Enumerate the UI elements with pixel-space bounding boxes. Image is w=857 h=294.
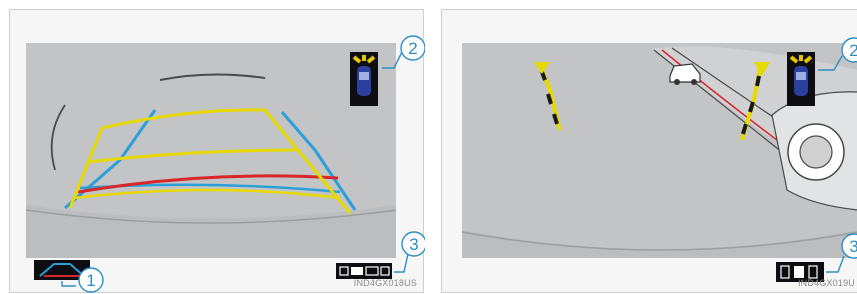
callout-3: 3 [394,231,425,273]
sensor-display-icon [787,52,815,106]
image-code: IND4GX018US [353,278,417,288]
callout-2-number: 2 [849,41,857,60]
left-illustration-panel: 2 3 1 IND4GX018US [9,9,425,293]
sensor-display-icon [350,52,378,106]
callout-3-number: 3 [849,237,857,256]
callout-1-number: 1 [86,271,95,290]
callout-2-number: 2 [408,39,417,58]
right-camera-screen: 2 3 [461,37,857,282]
image-code: IND4GX019U [797,278,855,288]
right-illustration-panel: 2 3 IND4GX019U [441,9,857,293]
callout-3-number: 3 [409,235,418,254]
parking-sensor-bar-icon [336,263,392,279]
left-camera-screen: 2 3 1 [25,35,425,293]
